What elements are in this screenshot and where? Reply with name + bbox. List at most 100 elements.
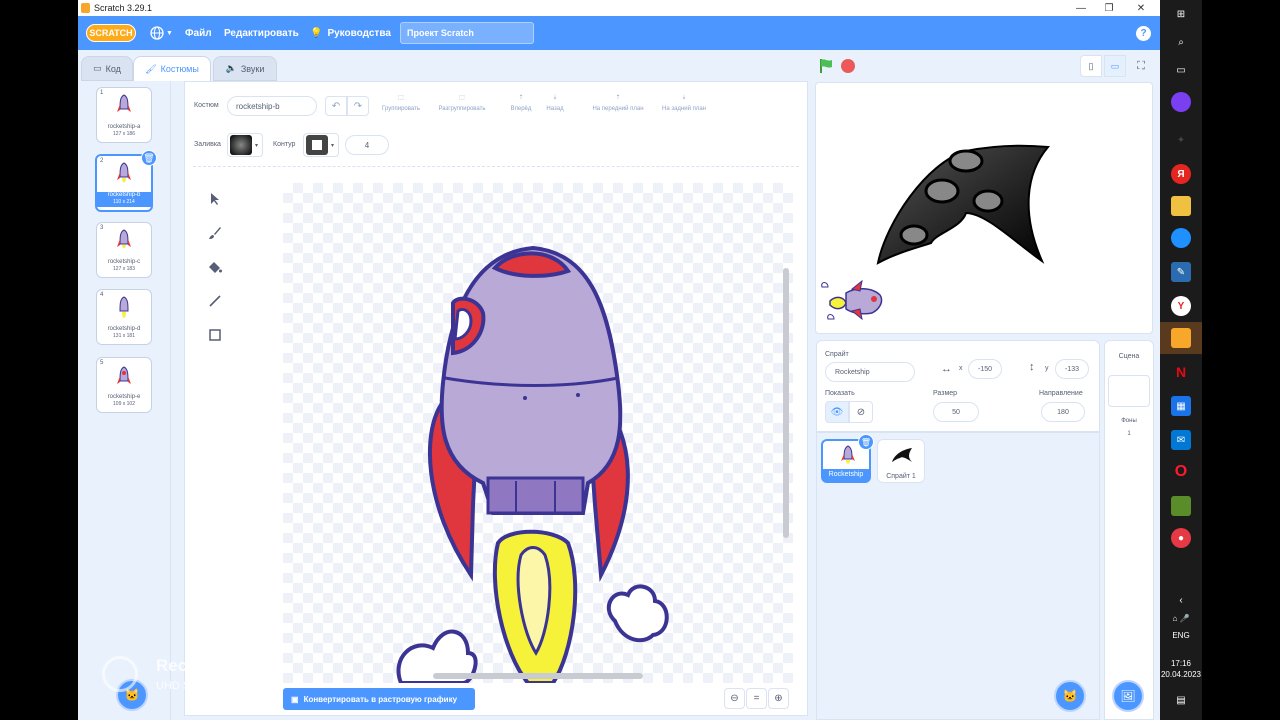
stage-selector[interactable]: Сцена Фоны 1: [1104, 340, 1154, 720]
forward-button[interactable]: ⇡ Вперёд: [503, 94, 539, 112]
edit-menu[interactable]: Редактировать: [224, 16, 299, 50]
project-title-input[interactable]: Проект Scratch: [400, 22, 534, 44]
file-explorer-icon[interactable]: [1171, 196, 1191, 216]
sprite-tile[interactable]: Спрайт 1: [877, 439, 925, 483]
delete-sprite-icon[interactable]: 🗑: [858, 434, 874, 450]
clock-date[interactable]: 20.04.2023: [1160, 670, 1202, 679]
minecraft-icon[interactable]: [1171, 496, 1191, 516]
tab-costumes[interactable]: 🖌 Костюмы: [133, 56, 211, 81]
horizontal-scrollbar[interactable]: [433, 673, 643, 679]
stage-canvas[interactable]: [815, 82, 1153, 334]
zoom-in-button[interactable]: ⊕: [768, 688, 789, 709]
chevron-left-icon[interactable]: ‹: [1171, 590, 1191, 610]
vertical-scrollbar[interactable]: [783, 268, 789, 538]
netflix-icon[interactable]: N: [1171, 362, 1191, 382]
fill-tool[interactable]: [202, 254, 228, 280]
costume-name: rocketship-e: [107, 394, 141, 400]
alice-icon[interactable]: [1171, 92, 1191, 112]
undo-icon[interactable]: ↶: [325, 96, 347, 116]
backward-button[interactable]: ⇣ Назад: [539, 94, 571, 112]
language-indicator[interactable]: ENG: [1160, 631, 1202, 640]
hide-eye-icon[interactable]: ⊘: [849, 401, 873, 423]
zoom-reset-button[interactable]: =: [746, 688, 767, 709]
show-label: Показать: [825, 390, 855, 397]
tab-sounds-label: Звуки: [240, 63, 265, 74]
outline-width-input[interactable]: 4: [345, 135, 389, 155]
title-bar: Scratch 3.29.1 — ❐ ✕: [78, 0, 1160, 16]
x-input[interactable]: -150: [968, 359, 1002, 379]
windows-start-icon[interactable]: ⊞: [1171, 4, 1191, 24]
choose-backdrop-button[interactable]: 🖼: [1112, 680, 1144, 712]
select-tool[interactable]: [202, 186, 228, 212]
ungroup-button[interactable]: ⬚ Разгруппировать: [429, 94, 495, 112]
scratch-logo[interactable]: SCRATCH: [86, 24, 136, 42]
size-input[interactable]: 50: [933, 402, 979, 422]
stop-icon[interactable]: [841, 59, 855, 73]
language-menu[interactable]: ▼: [150, 16, 173, 50]
mail-icon[interactable]: ✉: [1171, 430, 1191, 450]
store-icon[interactable]: ▦: [1171, 396, 1191, 416]
small-stage-icon[interactable]: ▯: [1080, 55, 1102, 77]
redo-icon[interactable]: ↷: [347, 96, 369, 116]
task-view-icon[interactable]: ▭: [1171, 60, 1191, 80]
rectangle-tool[interactable]: [202, 322, 228, 348]
group-button[interactable]: ⬚ Группировать: [371, 94, 431, 112]
backward-label: Назад: [546, 106, 564, 112]
costume-item[interactable]: 1 rocketship-a 127 x 186: [96, 87, 152, 143]
fill-color-picker[interactable]: ▾: [227, 133, 263, 157]
close-button[interactable]: ✕: [1126, 0, 1156, 16]
recorder-icon[interactable]: ●: [1171, 528, 1191, 548]
line-tool[interactable]: [202, 288, 228, 314]
paint-canvas[interactable]: [283, 183, 793, 683]
y-input[interactable]: -133: [1055, 359, 1089, 379]
windows-taskbar: ⊞ ⌕ ▭ ✦ Я ✎ Y N ▦ ✉ O ● ‹ ⌂ 🎤 ENG 17:16 …: [1160, 0, 1202, 720]
notifications-icon[interactable]: ▤: [1171, 690, 1191, 710]
stage-thumbnail: [1108, 375, 1150, 407]
costume-thumbnail: [119, 296, 129, 318]
choose-sprite-button[interactable]: 🐱: [1054, 680, 1086, 712]
ungroup-icon: ⬚: [459, 95, 465, 101]
delete-costume-icon[interactable]: 🗑: [141, 150, 157, 166]
back-button[interactable]: ⇣ На задний план: [651, 94, 717, 112]
normal-stage-icon[interactable]: ▭: [1104, 55, 1126, 77]
convert-label: Конвертировать в растровую графику: [303, 694, 458, 704]
scratch-taskbar-icon[interactable]: [1171, 328, 1191, 348]
costume-item[interactable]: 5 rocketship-e 109 x 102: [96, 357, 152, 413]
yandex-icon[interactable]: Я: [1171, 164, 1191, 184]
direction-input[interactable]: 180: [1041, 402, 1085, 422]
green-flag-icon[interactable]: [818, 58, 834, 79]
minimize-button[interactable]: —: [1066, 0, 1096, 16]
show-eye-icon[interactable]: 👁: [825, 401, 849, 423]
tutorials-menu[interactable]: 💡 Руководства: [310, 16, 391, 50]
zoom-out-icon: ⊖: [730, 693, 739, 704]
front-button[interactable]: ⇡ На передний план: [585, 94, 651, 112]
clock-time[interactable]: 17:16: [1160, 659, 1202, 668]
outline-color-picker[interactable]: ▾: [303, 133, 339, 157]
maximize-button[interactable]: ❐: [1094, 0, 1124, 16]
tab-code[interactable]: ▭ Код: [81, 56, 133, 81]
costume-item[interactable]: 3 rocketship-c 127 x 183: [96, 222, 152, 278]
y-label: y: [1045, 365, 1049, 372]
opera-icon[interactable]: O: [1171, 462, 1191, 482]
fullscreen-icon[interactable]: ⛶: [1130, 55, 1152, 77]
brush-tool[interactable]: [202, 220, 228, 246]
zoom-out-button[interactable]: ⊖: [724, 688, 745, 709]
help-icon[interactable]: ?: [1136, 26, 1151, 41]
recorder-subtitle: UHD Screen Recorder: [156, 680, 267, 692]
sprite-name-input[interactable]: Rocketship: [825, 362, 915, 382]
tab-sounds[interactable]: 🔈 Звуки: [213, 56, 277, 81]
tool-icon[interactable]: ✎: [1171, 262, 1191, 282]
app-icon[interactable]: ✦: [1171, 130, 1191, 150]
costume-number: 4: [100, 292, 104, 298]
yandex-browser-icon[interactable]: Y: [1171, 296, 1191, 316]
equals-icon: =: [753, 693, 760, 704]
forward-icon: ⇡: [518, 95, 524, 101]
costume-item[interactable]: 4 rocketship-d 131 x 181: [96, 289, 152, 345]
tray-icons[interactable]: ⌂ 🎤: [1171, 608, 1191, 628]
costume-name-input[interactable]: rocketship-b: [227, 96, 317, 116]
line-icon: [209, 295, 221, 307]
edge-icon[interactable]: [1171, 228, 1191, 248]
file-menu[interactable]: Файл: [185, 16, 212, 50]
search-icon[interactable]: ⌕: [1171, 32, 1191, 52]
sprite-list: Rocketship 🗑 Спрайт 1: [816, 432, 1100, 720]
